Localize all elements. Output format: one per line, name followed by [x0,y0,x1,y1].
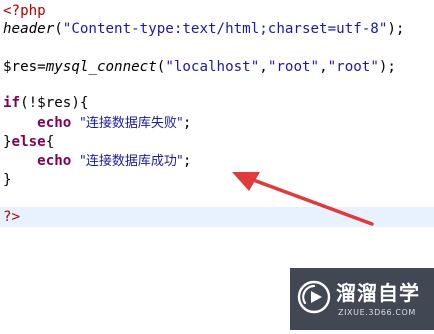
connect-comma-2: , [319,59,328,75]
play-logo-icon [297,280,331,314]
header-close: ); [387,21,405,37]
connect-comma-1: , [259,59,268,75]
echo-keyword-success: echo [37,153,72,169]
header-argument: "Content-type:text/html;charset=utf-8" [62,21,388,37]
connect-host-arg: "localhost" [165,59,260,75]
code-line-10: } [3,170,12,190]
if-else-close-brace: } [3,172,12,188]
code-line-9: echo "连接数据库成功"; [3,151,191,171]
else-keyword: else [11,134,46,150]
watermark-title: 溜溜自学 [336,281,420,305]
current-line-highlight [0,207,434,227]
php-open-tag: <?php [3,3,46,19]
else-close-brace: } [3,134,12,150]
arrow-head [232,172,260,191]
header-function: header [3,21,55,37]
echo-fail-semicolon: ; [182,115,192,131]
watermark-logo-panel: 溜溜自学 ZIXUE.3D66.COM [290,268,434,330]
if-condition: (!$res){ [20,95,89,111]
code-line-8: }else{ [3,132,54,152]
echo-fail-string: "连接数据库失败" [79,116,183,131]
code-line-2: header("Content-type:text/html;charset=u… [3,19,404,39]
code-editor[interactable]: <?php header("Content-type:text/html;cha… [0,0,434,334]
connect-user-arg: "root" [267,59,320,75]
watermark-subtitle: ZIXUE.3D66.COM [338,308,416,317]
code-line-1: <?php [3,1,46,21]
if-keyword: if [3,95,21,111]
php-close-tag: ?> [3,209,21,225]
code-line-4: $res=mysql_connect("localhost","root","r… [3,57,396,77]
echo-success-semicolon: ; [182,153,192,169]
res-assignment: $res= [3,59,46,75]
mysql-connect-function: mysql_connect [45,59,157,75]
connect-close: ); [378,59,396,75]
else-open-brace: { [45,134,55,150]
header-open-paren: ( [54,21,63,37]
code-line-12: ?> [3,207,20,227]
echo-success-string: "连接数据库成功" [79,154,183,169]
code-line-7: echo "连接数据库失败"; [3,113,191,133]
echo-keyword-fail: echo [37,115,72,131]
connect-pass-arg: "root" [327,59,379,75]
code-line-6: if(!$res){ [3,93,88,113]
